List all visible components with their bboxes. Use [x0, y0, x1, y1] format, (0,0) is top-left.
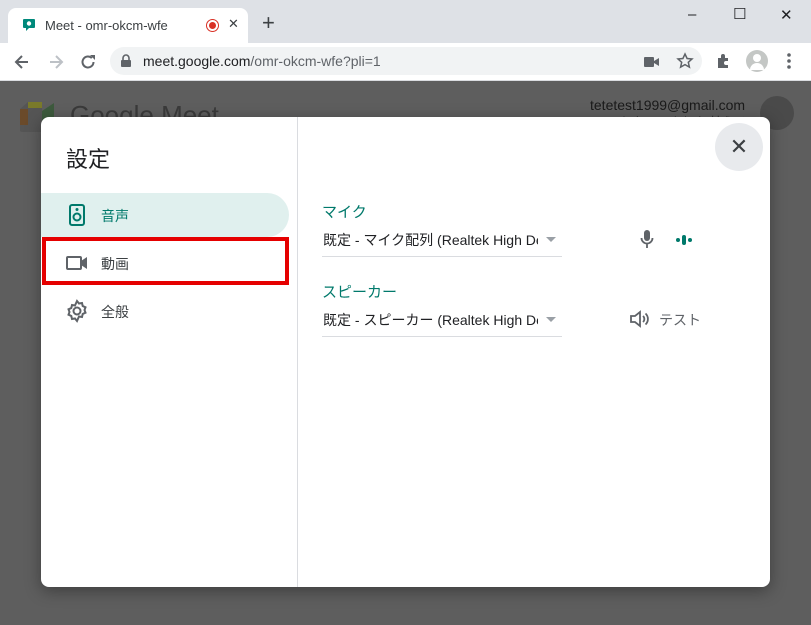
volume-icon [629, 309, 651, 329]
url-text[interactable]: meet.google.com/omr-okcm-wfe?pli=1 [143, 53, 381, 69]
profile-avatar[interactable] [746, 50, 768, 72]
highlight-box [42, 237, 289, 285]
mic-level-icon [676, 233, 692, 245]
microphone-label: マイク [322, 204, 367, 221]
lock-icon[interactable] [120, 54, 132, 68]
speaker-label: スピーカー [322, 284, 398, 301]
tab-title: Meet - omr-okcm-wfe [45, 18, 168, 33]
browser-menu-icon[interactable] [787, 52, 791, 70]
url-path: /omr-okcm-wfe?pli=1 [250, 53, 381, 69]
chevron-down-icon [546, 317, 556, 322]
microphone-select[interactable]: 既定 - マイク配列 (Realtek High Definition Audi… [322, 222, 562, 257]
url-host: meet.google.com [143, 53, 251, 69]
nav-label-audio: 音声 [101, 208, 129, 224]
speaker-test-label: テスト [659, 312, 701, 328]
close-icon: ✕ [729, 134, 749, 159]
microphone-select-value: 既定 - マイク配列 (Realtek High Definition Audi… [323, 232, 538, 248]
forward-icon[interactable] [46, 52, 66, 72]
bookmark-star-icon[interactable] [676, 52, 694, 70]
window-close-button[interactable]: ✕ [780, 6, 793, 24]
speaker-select[interactable]: 既定 - スピーカー (Realtek High Definition Audi… [322, 302, 562, 337]
camera-indicator-icon[interactable] [644, 55, 660, 67]
meet-favicon [22, 18, 36, 32]
account-email: tetetest1999@gmail.com [590, 97, 746, 113]
dialog-title: 設定 [66, 147, 111, 172]
chevron-down-icon [546, 237, 556, 242]
dialog-divider [297, 117, 298, 587]
browser-tab[interactable]: Meet - omr-okcm-wfe ✕ [8, 8, 248, 43]
settings-dialog: 設定 音声 動画 全般 マイク 既定 - マイク配列 (Realtek High… [41, 117, 770, 587]
speaker-test-button[interactable]: テスト [629, 306, 709, 332]
microphone-icon [640, 229, 654, 249]
speaker-icon [65, 203, 89, 227]
reload-icon[interactable] [78, 52, 98, 72]
nav-label-general: 全般 [101, 304, 129, 320]
nav-item-audio[interactable]: 音声 [41, 193, 289, 237]
tab-close-icon[interactable]: ✕ [228, 16, 239, 32]
nav-item-general[interactable]: 全般 [41, 289, 289, 333]
speaker-select-value: 既定 - スピーカー (Realtek High Definition Audi… [323, 312, 538, 328]
recording-indicator-icon [206, 19, 219, 32]
gear-icon [65, 299, 89, 323]
extensions-icon[interactable] [715, 52, 733, 70]
minimize-button[interactable]: – [688, 6, 696, 23]
new-tab-button[interactable]: + [262, 12, 275, 34]
back-icon[interactable] [12, 52, 32, 72]
dialog-close-button[interactable]: ✕ [715, 123, 763, 171]
maximize-button[interactable]: ☐ [733, 5, 746, 23]
